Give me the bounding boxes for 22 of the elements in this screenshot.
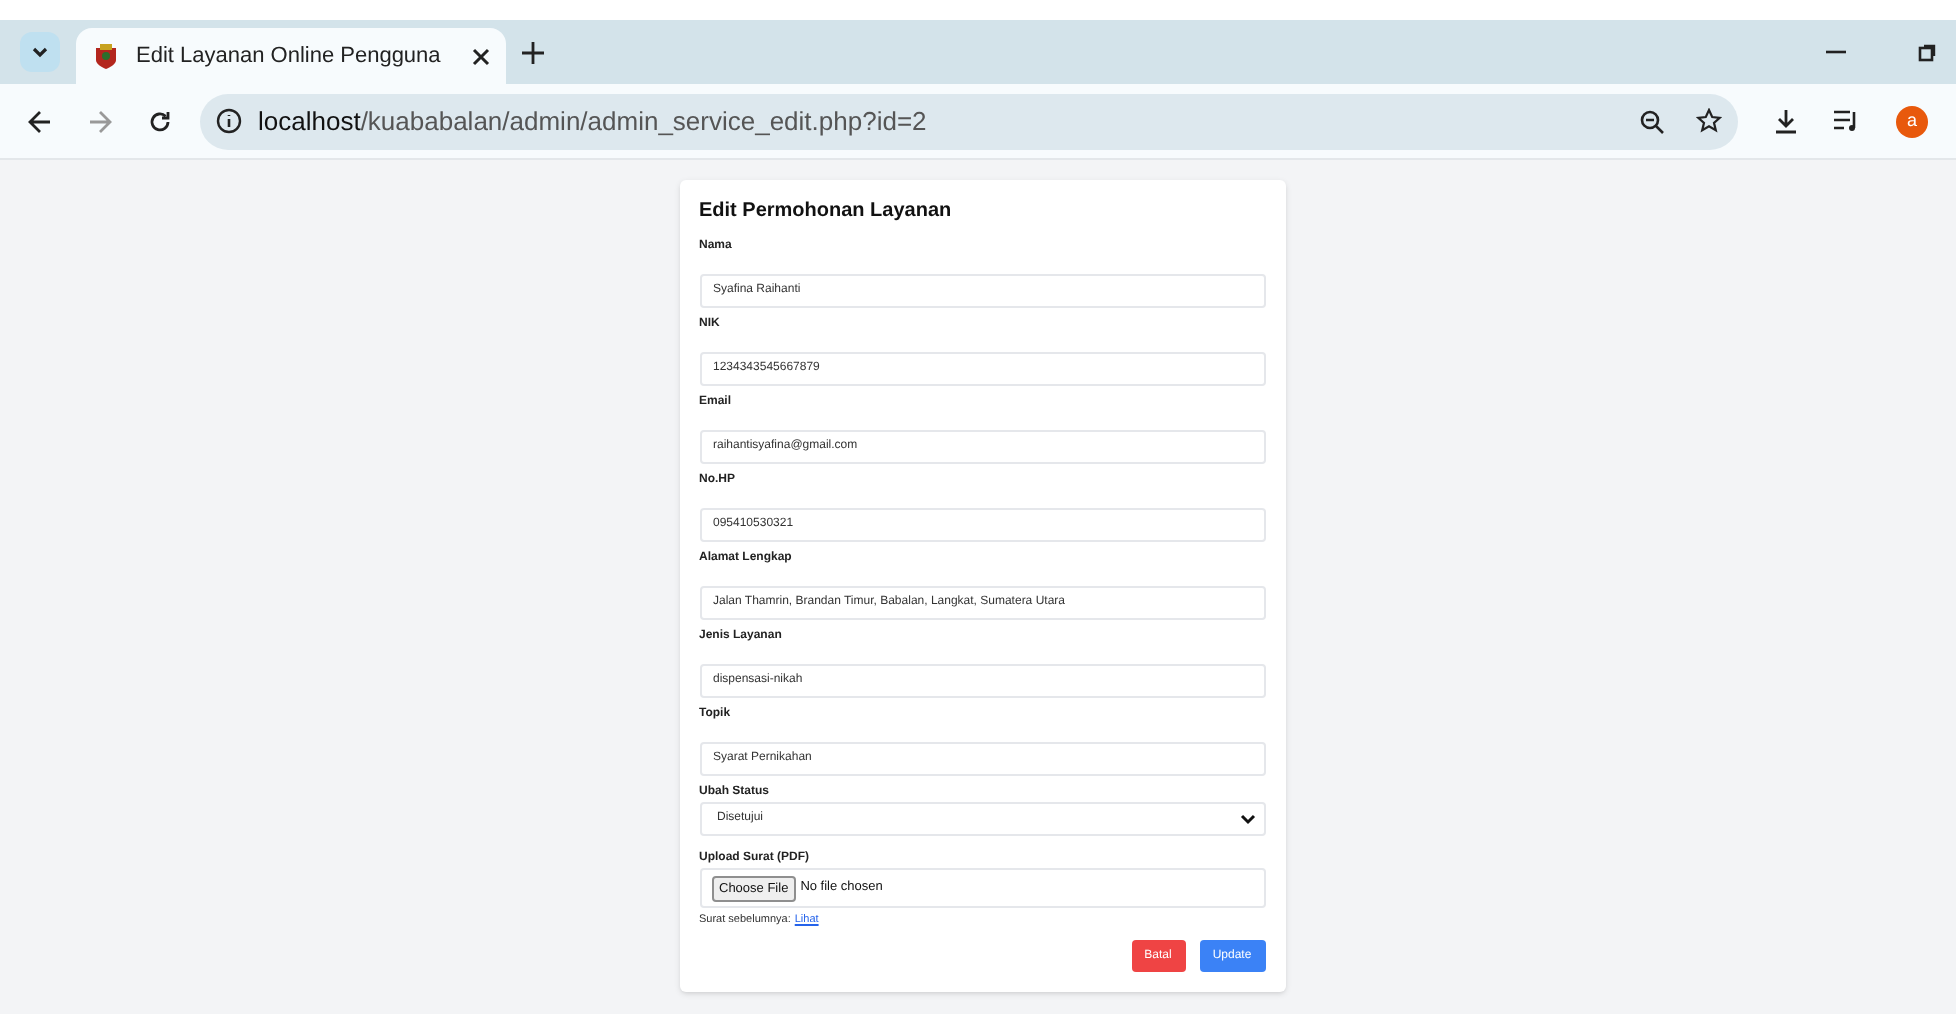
url-text: localhost/kuababalan/admin/admin_service_edit.php?id=2 xyxy=(258,103,929,140)
media-list-icon[interactable] xyxy=(1834,110,1860,132)
download-icon[interactable] xyxy=(1774,108,1798,134)
close-icon[interactable] xyxy=(472,47,490,65)
zoom-icon[interactable] xyxy=(1640,109,1664,133)
address-bar[interactable]: localhost/kuababalan/admin/admin_service_edit.php?id=2 xyxy=(200,93,1738,149)
back-arrow-icon[interactable] xyxy=(28,109,52,133)
tab-list-button[interactable] xyxy=(20,32,60,72)
form-title: Edit Permohonan Layanan xyxy=(699,200,954,224)
browser-tab[interactable]: Edit Layanan Online Pengguna xyxy=(76,28,506,84)
restore-icon[interactable] xyxy=(1918,43,1936,61)
tab-title: Edit Layanan Online Pengguna xyxy=(136,41,443,72)
info-icon[interactable] xyxy=(216,108,242,134)
emblem-icon xyxy=(92,42,120,70)
minimize-icon[interactable] xyxy=(1826,50,1846,54)
forward-arrow-icon[interactable] xyxy=(88,109,112,133)
chevron-down-icon xyxy=(1239,813,1255,825)
new-tab-icon[interactable] xyxy=(522,41,544,63)
reload-icon[interactable] xyxy=(148,109,172,133)
profile-avatar[interactable]: a xyxy=(1896,105,1928,137)
chevron-down-icon xyxy=(30,42,50,62)
star-icon[interactable] xyxy=(1696,108,1722,134)
